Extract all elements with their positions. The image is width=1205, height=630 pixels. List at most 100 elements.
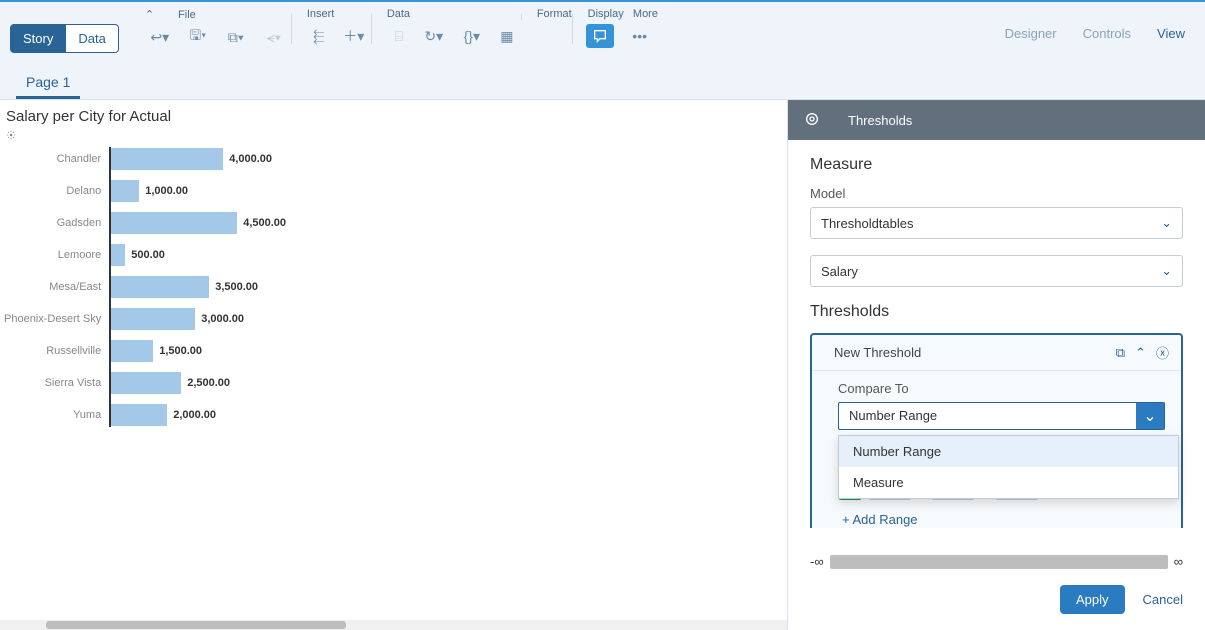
compare-to-dropdown: Number Range Measure xyxy=(838,435,1179,499)
view-link[interactable]: View xyxy=(1157,26,1185,41)
model-select[interactable]: Thresholdtables ⌄ xyxy=(810,207,1183,239)
bar-category-label: Sierra Vista xyxy=(45,367,102,399)
model-label: Model xyxy=(810,186,1183,201)
grid-icon[interactable]: ▦ xyxy=(493,24,521,48)
data-group: Data ⌸ ↻▾ {}▾ ▦ xyxy=(381,8,521,48)
bar-rect[interactable] xyxy=(111,276,209,298)
chart-settings-icon[interactable] xyxy=(6,127,16,137)
bar-rect[interactable] xyxy=(111,244,125,266)
panel-footer: Apply Cancel xyxy=(788,569,1205,630)
duplicate-icon[interactable]: ⧉ xyxy=(1116,345,1125,361)
model-value: Thresholdtables xyxy=(821,216,914,231)
bar-rect[interactable] xyxy=(111,148,223,170)
bar-value-label: 2,000.00 xyxy=(173,409,216,421)
insert-chart-icon[interactable]: ⬱ xyxy=(305,24,333,48)
bar-value-label: 1,500.00 xyxy=(159,345,202,357)
bar-rect[interactable] xyxy=(111,212,237,234)
bar-row: 3,500.00 xyxy=(109,271,629,303)
axis-line xyxy=(109,147,111,427)
bar-row: 3,000.00 xyxy=(109,303,629,335)
target-icon xyxy=(804,111,820,130)
comment-icon[interactable] xyxy=(586,24,614,48)
bar-category-label: Delano xyxy=(66,175,101,207)
display-label: Display xyxy=(588,8,624,20)
collapse-icon[interactable]: ⌃ xyxy=(145,9,154,21)
collapse-icon[interactable]: ⌃ xyxy=(1135,345,1146,361)
threshold-card-title: New Threshold xyxy=(824,345,1106,360)
mode-toggle: Story Data xyxy=(10,24,119,53)
data-label: Data xyxy=(381,8,521,20)
top-toolbar: Story Data ⌃ File ↩▾ 🖫▾ ⧉▾ ⪪▾ Insert ⬱ ＋▾… xyxy=(0,0,1205,58)
bar-value-label: 4,000.00 xyxy=(229,153,272,165)
share-icon[interactable]: ⪪▾ xyxy=(257,25,291,49)
undo-icon[interactable]: ↩▾ xyxy=(143,25,177,49)
cancel-button[interactable]: Cancel xyxy=(1143,592,1183,607)
thresholds-section-title: Thresholds xyxy=(810,303,1183,321)
bar-value-label: 4,500.00 xyxy=(243,217,286,229)
bar-category-label: Yuma xyxy=(73,399,101,431)
right-links: Designer Controls View xyxy=(1005,26,1185,41)
bar-value-label: 3,000.00 xyxy=(201,313,244,325)
bar-category-label: Chandler xyxy=(57,143,102,175)
horizontal-scrollbar[interactable] xyxy=(0,620,787,630)
option-measure[interactable]: Measure xyxy=(839,467,1178,498)
bar-category-label: Gadsden xyxy=(57,207,102,239)
measure-value: Salary xyxy=(821,264,858,279)
link-icon[interactable]: ⌸ xyxy=(385,24,413,48)
save-icon[interactable]: 🖫▾ xyxy=(181,25,215,49)
chevron-down-icon: ⌄ xyxy=(1161,263,1172,279)
bar-rect[interactable] xyxy=(111,372,181,394)
apply-button[interactable]: Apply xyxy=(1060,585,1125,614)
tab-page1[interactable]: Page 1 xyxy=(16,68,80,99)
compare-to-select[interactable]: Number Range ⌄ xyxy=(838,402,1165,430)
copy-icon[interactable]: ⧉▾ xyxy=(219,25,253,49)
pos-infinity: ∞ xyxy=(1174,554,1183,569)
more-label: More xyxy=(633,8,658,20)
bar-value-label: 3,500.00 xyxy=(215,281,258,293)
bar-category-label: Lemoore xyxy=(58,239,101,271)
thresholds-panel: Thresholds Measure Model Thresholdtables… xyxy=(787,100,1205,630)
bar-rect[interactable] xyxy=(111,404,167,426)
compare-to-label: Compare To xyxy=(838,381,1165,396)
measure-section-title: Measure xyxy=(810,156,1183,174)
more-icon[interactable]: ••• xyxy=(626,24,654,48)
chevron-down-icon: ⌄ xyxy=(1136,403,1164,429)
file-label: File xyxy=(178,9,196,21)
insert-add-icon[interactable]: ＋▾ xyxy=(337,24,371,48)
mode-story-button[interactable]: Story xyxy=(10,24,66,53)
bar-row: 1,000.00 xyxy=(109,175,629,207)
mode-data-button[interactable]: Data xyxy=(66,24,118,53)
chart-title: Salary per City for Actual xyxy=(6,108,775,125)
measure-select[interactable]: Salary ⌄ xyxy=(810,255,1183,287)
close-icon[interactable]: ⓧ xyxy=(1156,343,1169,362)
bar-value-label: 500.00 xyxy=(131,249,165,261)
page-tabs: Page 1 xyxy=(0,58,1205,100)
range-track[interactable] xyxy=(830,555,1168,569)
bar-rect[interactable] xyxy=(111,340,153,362)
refresh-icon[interactable]: ↻▾ xyxy=(417,24,451,48)
bar-rect[interactable] xyxy=(111,308,195,330)
controls-link[interactable]: Controls xyxy=(1083,26,1131,41)
compare-to-value: Number Range xyxy=(839,403,1136,429)
braces-icon[interactable]: {}▾ xyxy=(455,24,489,48)
neg-infinity: -∞ xyxy=(810,554,824,569)
panel-title: Thresholds xyxy=(848,113,912,128)
bar-row: 2,000.00 xyxy=(109,399,629,431)
add-range-button[interactable]: + Add Range xyxy=(838,512,1165,527)
bar-rect[interactable] xyxy=(111,180,139,202)
format-label: Format xyxy=(531,8,572,20)
option-number-range[interactable]: Number Range xyxy=(839,436,1178,467)
insert-group: Insert ⬱ ＋▾ xyxy=(301,8,371,48)
bar-row: 4,500.00 xyxy=(109,207,629,239)
designer-link[interactable]: Designer xyxy=(1005,26,1057,41)
bar-category-label: Russellville xyxy=(46,335,101,367)
bar-category-label: Mesa/East xyxy=(49,271,101,303)
insert-label: Insert xyxy=(301,8,371,20)
bar-row: 500.00 xyxy=(109,239,629,271)
bar-row: 4,000.00 xyxy=(109,143,629,175)
bar-value-label: 1,000.00 xyxy=(145,185,188,197)
infinity-range: -∞ ∞ xyxy=(810,554,1183,569)
bar-chart: ChandlerDelanoGadsdenLemooreMesa/EastPho… xyxy=(4,143,775,431)
canvas: Salary per City for Actual ChandlerDelan… xyxy=(0,100,787,630)
bar-row: 2,500.00 xyxy=(109,367,629,399)
